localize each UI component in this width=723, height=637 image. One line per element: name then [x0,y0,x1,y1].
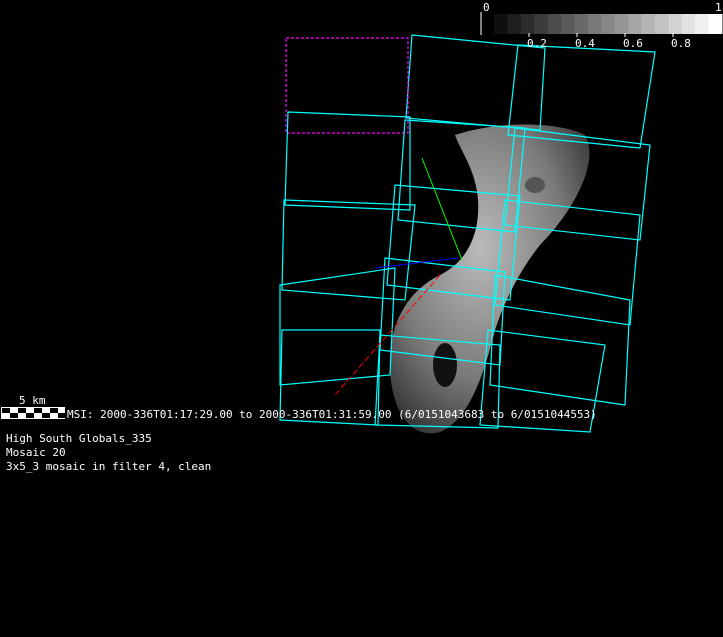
colorbar-step [494,14,508,34]
colorbar-step [574,14,589,34]
scale-bar-segment [18,408,26,413]
colorbar-step [587,14,602,34]
colorbar-step [708,14,723,34]
colorbar-min-label: 0 [483,1,490,14]
colorbar-step [654,14,669,34]
colorbar-tick-label: 0.8 [671,37,691,50]
colorbar-step [681,14,696,34]
asteroid-eros-shape [389,124,590,434]
scale-bar-segment [34,408,42,413]
scale-bar-segment [58,413,66,418]
colorbar-step [534,14,549,34]
colorbar-tick-label: 0.6 [623,37,643,50]
3d-view[interactable] [0,0,723,637]
colorbar-step [561,14,575,34]
msi-time-range: MSI: 2000-336T01:17:29.00 to 2000-336T01… [67,408,597,421]
colorbar [480,12,723,37]
colorbar-step [668,14,683,34]
scale-bar-label: 5 km [19,394,46,407]
scale-bar-segment [50,408,58,413]
scale-bar-segment [42,413,50,418]
colorbar-step [520,14,535,34]
colorbar-tick-label: 0.2 [527,37,547,50]
colorbar-step [628,14,643,34]
info-description: 3x5_3 mosaic in filter 4, clean [6,460,212,473]
colorbar-step [614,14,629,34]
info-mosaic: Mosaic 20 [6,446,66,459]
scale-bar-segment [2,408,10,413]
colorbar-step [695,14,710,34]
info-title: High South Globals_335 [6,432,152,445]
scale-bar [1,407,66,419]
colorbar-max-label: 1 [715,1,722,14]
scale-bar-segment [10,413,18,418]
colorbar-tick-label: 0.4 [575,37,595,50]
colorbar-step [507,14,522,34]
colorbar-step [641,14,656,34]
colorbar-step [547,14,562,34]
colorbar-step [601,14,616,34]
scale-bar-segment [26,413,34,418]
